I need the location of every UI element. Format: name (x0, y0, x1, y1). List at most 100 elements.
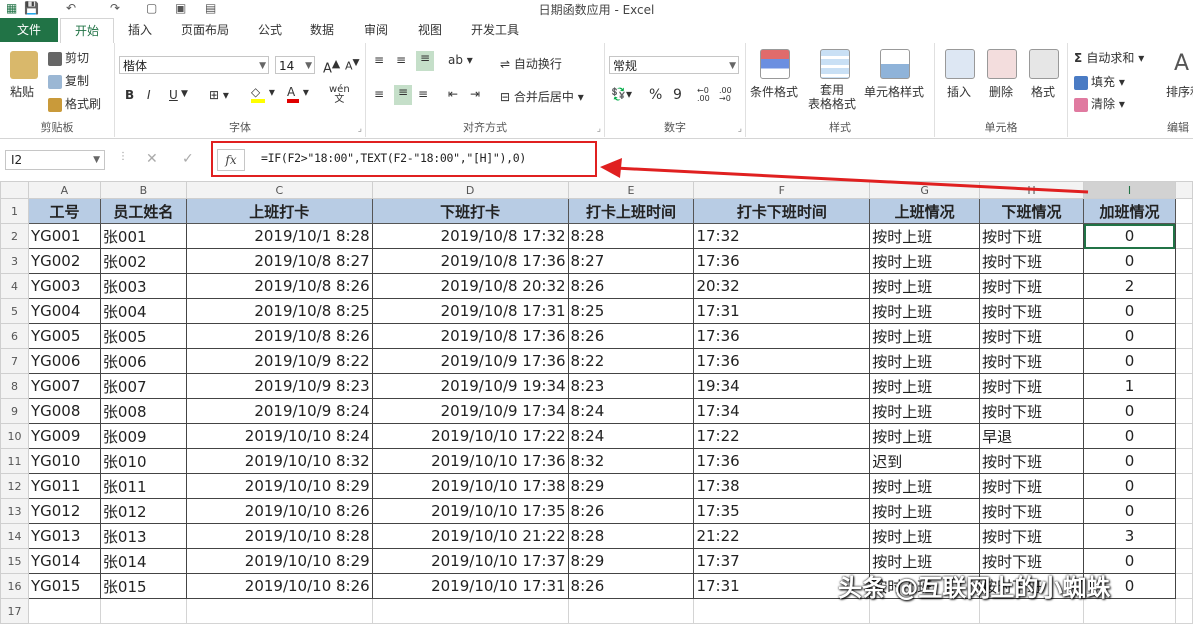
header-cell[interactable]: 打卡下班时间 (693, 198, 871, 224)
cell[interactable]: YG011 (27, 473, 101, 499)
insert-function-icon[interactable]: fx (217, 149, 245, 171)
cell[interactable]: YG005 (27, 323, 101, 349)
align-left-icon[interactable]: ≡ (374, 87, 384, 101)
cancel-icon[interactable]: ✕ (146, 151, 158, 167)
cell[interactable]: 8:28 (567, 223, 695, 249)
cell[interactable]: 17:22 (693, 423, 871, 449)
cell[interactable]: 张003 (99, 273, 187, 299)
cell[interactable]: 张001 (99, 223, 187, 249)
cell[interactable]: 0 (1083, 298, 1176, 324)
cell[interactable]: 张013 (99, 523, 187, 549)
grow-font-button[interactable]: A▲ (323, 57, 340, 76)
comma-button[interactable]: 9 (673, 87, 682, 103)
cell[interactable]: 张008 (99, 398, 187, 424)
cell[interactable] (1174, 448, 1193, 474)
tab-insert[interactable]: 插入 (118, 18, 162, 42)
cell[interactable]: 1 (1083, 373, 1176, 399)
cell[interactable]: 按时下班 (979, 448, 1084, 474)
cell[interactable]: 17:35 (693, 498, 871, 524)
cell[interactable]: 早退 (979, 423, 1084, 449)
cell[interactable]: 8:24 (567, 423, 695, 449)
cell[interactable] (1174, 273, 1193, 299)
font-size-select[interactable]: 14 ▼ (275, 56, 315, 74)
delete-button[interactable]: 删除 (989, 83, 1013, 100)
cell[interactable]: 20:32 (693, 273, 871, 299)
cell[interactable]: 按时上班 (869, 398, 981, 424)
cell[interactable]: YG010 (27, 448, 101, 474)
cell[interactable]: 张002 (99, 248, 187, 274)
cell[interactable] (1174, 223, 1193, 249)
row-header[interactable]: 4 (0, 273, 29, 299)
row-header[interactable]: 2 (0, 223, 29, 249)
fill-button[interactable]: 填充 ▾ (1074, 73, 1125, 90)
cell[interactable]: 2019/10/10 17:38 (371, 473, 569, 499)
tab-formulas[interactable]: 公式 (248, 18, 292, 42)
cell[interactable]: 张012 (99, 498, 187, 524)
cell[interactable]: 2019/10/8 8:27 (185, 248, 373, 274)
cell[interactable]: 按时上班 (869, 373, 981, 399)
cell[interactable]: 17:36 (693, 323, 871, 349)
cell[interactable]: 2019/10/10 8:32 (185, 448, 373, 474)
clear-button[interactable]: 清除 ▾ (1074, 95, 1125, 112)
formula-input[interactable]: =IF(F2>"18:00",TEXT(F2-"18:00","[H]"),0) (261, 151, 526, 165)
cell[interactable] (1174, 473, 1193, 499)
header-cell[interactable]: 员工姓名 (99, 198, 187, 224)
percent-button[interactable]: % (649, 87, 662, 103)
align-middle-icon[interactable]: ≡ (396, 53, 406, 67)
cell[interactable]: 迟到 (869, 448, 981, 474)
format-cells-icon[interactable] (1029, 49, 1059, 79)
tab-file[interactable]: 文件 (0, 18, 58, 42)
tab-view[interactable]: 视图 (408, 18, 452, 42)
select-all-corner[interactable] (0, 181, 29, 199)
cell[interactable]: 8:23 (567, 373, 695, 399)
cell[interactable]: 按时上班 (869, 248, 981, 274)
cell[interactable]: 2 (1083, 273, 1176, 299)
column-header[interactable]: H (979, 181, 1084, 199)
cell[interactable]: 2019/10/10 21:22 (371, 523, 569, 549)
cell[interactable]: 17:38 (693, 473, 871, 499)
row-header[interactable]: 5 (0, 298, 29, 324)
row-header[interactable]: 14 (0, 523, 29, 549)
cell[interactable]: 17:31 (693, 298, 871, 324)
cell[interactable]: 17:32 (693, 223, 871, 249)
cell[interactable]: 2019/10/9 19:34 (371, 373, 569, 399)
cell[interactable]: YG001 (27, 223, 101, 249)
italic-button[interactable]: I (147, 88, 151, 102)
cell[interactable]: 2019/10/10 17:37 (371, 548, 569, 574)
cell[interactable]: 2019/10/8 20:32 (371, 273, 569, 299)
header-cell[interactable]: 上班打卡 (185, 198, 373, 224)
cell[interactable] (1174, 423, 1193, 449)
cell[interactable]: 按时下班 (979, 248, 1084, 274)
cell[interactable]: YG006 (27, 348, 101, 374)
name-box[interactable]: I2 ▼ (5, 150, 105, 170)
cell[interactable]: 2019/10/10 17:36 (371, 448, 569, 474)
cell[interactable]: 19:34 (693, 373, 871, 399)
cell[interactable]: 3 (1083, 523, 1176, 549)
cell[interactable]: 按时上班 (869, 298, 981, 324)
cell[interactable]: 按时下班 (979, 398, 1084, 424)
cell[interactable]: 0 (1083, 223, 1176, 249)
cell[interactable]: YG009 (27, 423, 101, 449)
borders-button[interactable]: ⊞ ▾ (209, 88, 229, 102)
cell[interactable]: 2019/10/8 8:26 (185, 323, 373, 349)
row-header[interactable]: 13 (0, 498, 29, 524)
cell[interactable]: 2019/10/9 17:36 (371, 348, 569, 374)
cell[interactable] (1174, 298, 1193, 324)
cell[interactable]: 按时下班 (979, 273, 1084, 299)
cell[interactable]: 2019/10/10 17:22 (371, 423, 569, 449)
cell[interactable]: YG012 (27, 498, 101, 524)
cell[interactable] (1174, 373, 1193, 399)
cell[interactable]: 按时上班 (869, 498, 981, 524)
cut-button[interactable]: 剪切 (48, 49, 89, 66)
delete-cells-icon[interactable] (987, 49, 1017, 79)
column-header[interactable]: A (27, 181, 101, 199)
cell[interactable]: 按时下班 (979, 498, 1084, 524)
insert-button[interactable]: 插入 (947, 83, 971, 100)
row-header[interactable]: 12 (0, 473, 29, 499)
phonetic-button[interactable]: wén 文 (329, 85, 350, 105)
cell[interactable]: 按时下班 (979, 323, 1084, 349)
autosum-button[interactable]: Σ 自动求和 ▾ (1074, 49, 1144, 66)
header-cell[interactable]: 工号 (27, 198, 101, 224)
cell[interactable]: 0 (1083, 448, 1176, 474)
cell[interactable]: 按时上班 (869, 323, 981, 349)
